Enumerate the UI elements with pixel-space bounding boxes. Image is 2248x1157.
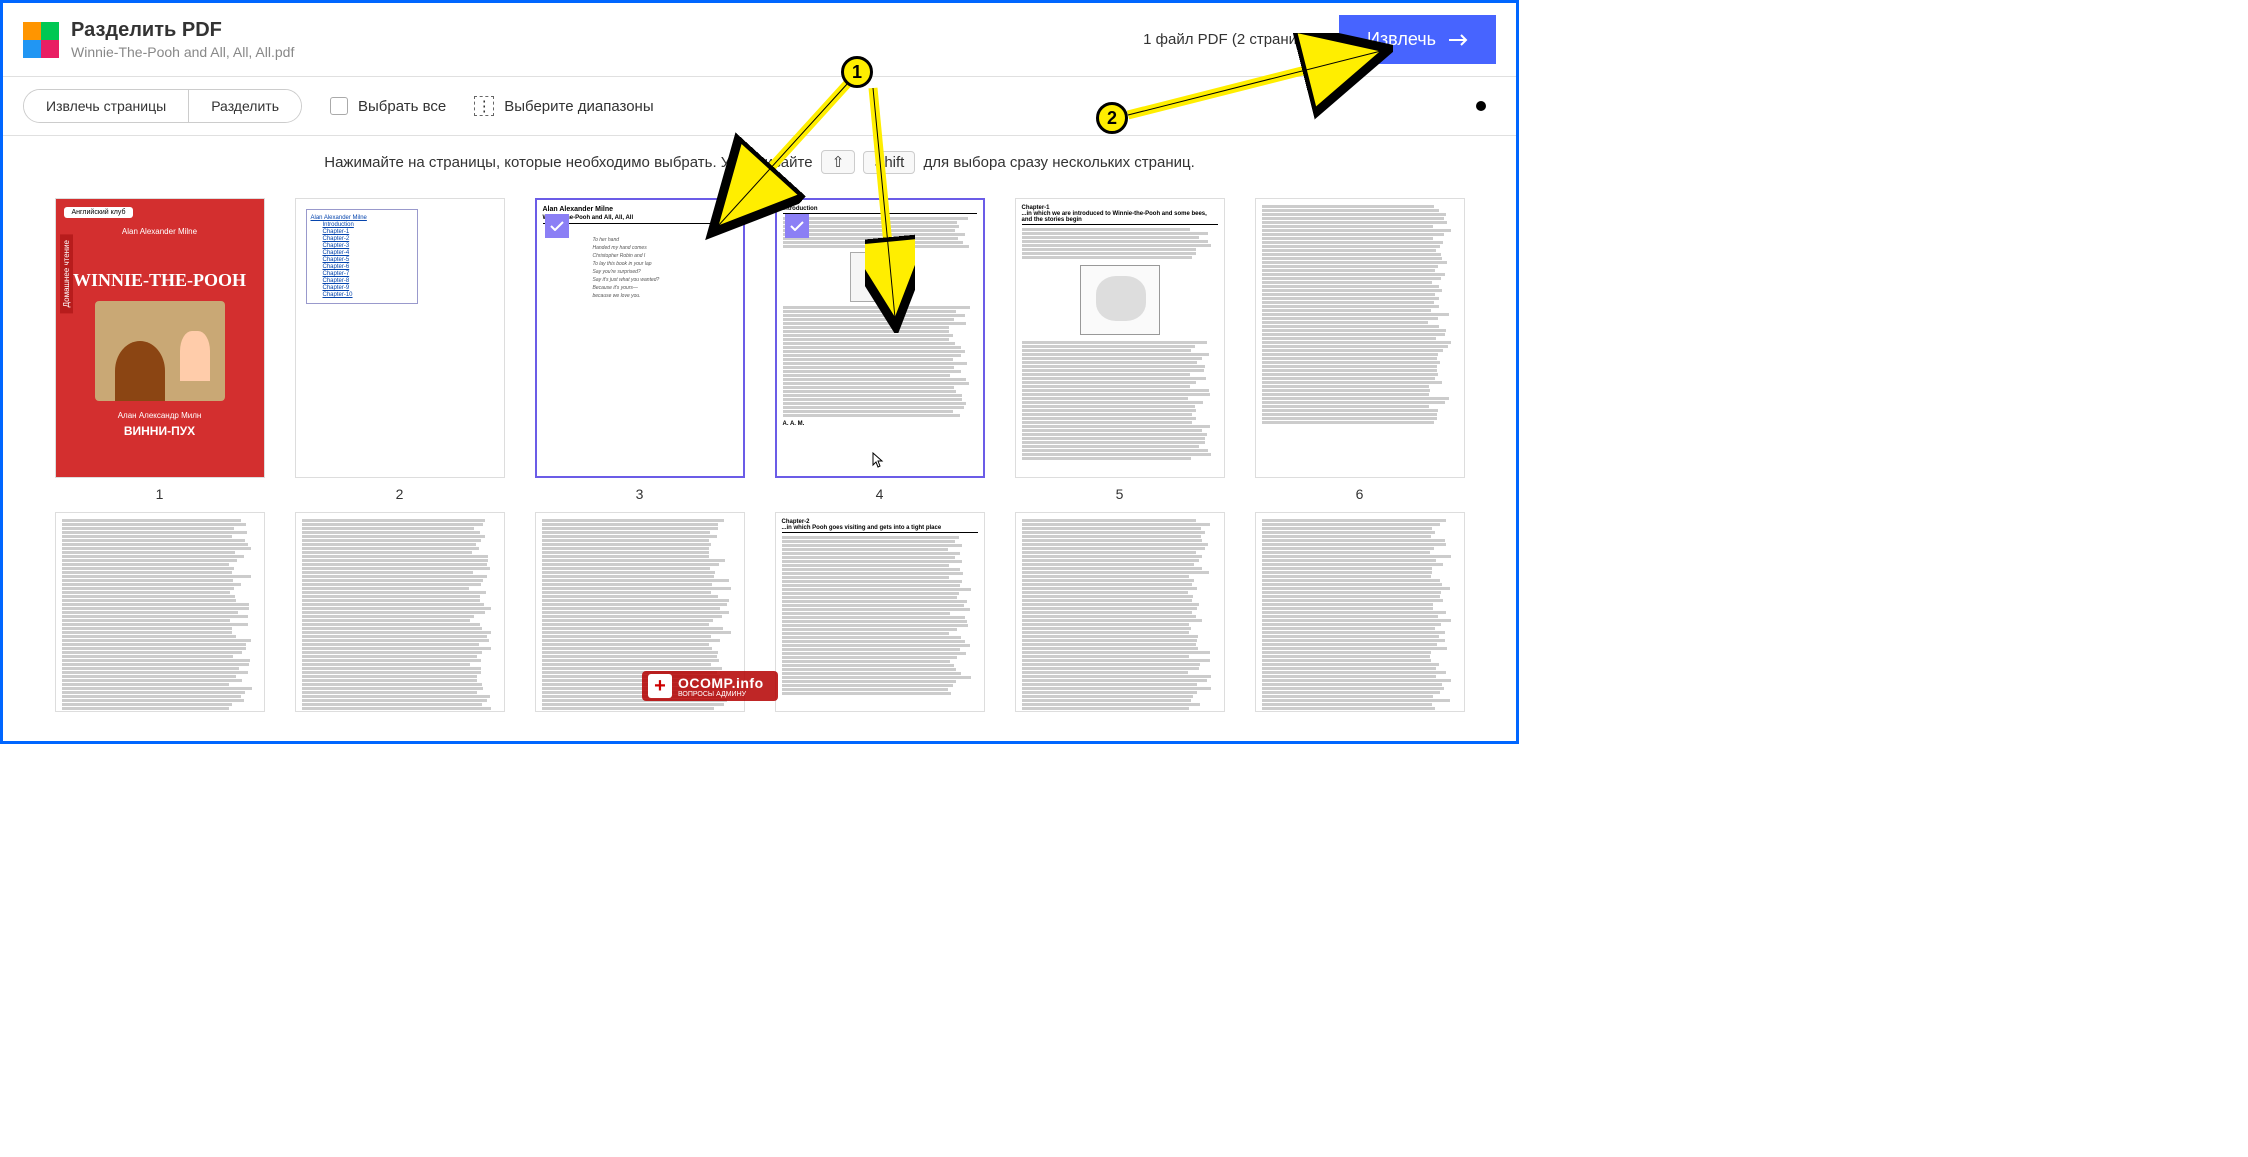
page-thumbnail[interactable]: Английский клуб Домашнее чтение Alan Ale… [55,198,265,478]
pages-row-1: Английский клуб Домашнее чтение Alan Ale… [53,198,1466,502]
page-thumbnail[interactable]: Alan Alexander MilneIntroductionChapter-… [295,198,505,478]
toolbar-indicator [1476,101,1486,111]
select-ranges-button[interactable]: ⋮ Выберите диапазоны [474,96,653,116]
page-number: 1 [156,486,164,502]
page-thumbnail[interactable] [1255,198,1465,478]
page-number: 3 [636,486,644,502]
page-number: 5 [1116,486,1124,502]
page-item [295,512,505,712]
page-thumbnail[interactable]: Chapter-1 ...in which we are introduced … [1015,198,1225,478]
range-icon: ⋮ [474,96,494,116]
pages-container: Английский клуб Домашнее чтение Alan Ale… [3,188,1516,672]
page-item: Alan Alexander Milne Winnie-the-Pooh and… [535,198,745,502]
page-item [55,512,265,712]
tab-extract-pages[interactable]: Извлечь страницы [24,90,189,122]
tab-group: Извлечь страницы Разделить [23,89,302,123]
annotation-arrow-1a [703,71,873,241]
annotation-arrow-2 [1123,33,1393,123]
arrow-right-icon [1448,33,1468,47]
annotation-badge-2: 2 [1096,102,1128,134]
page-thumbnail[interactable] [295,512,505,712]
app-title: Разделить PDF [71,19,1143,42]
page-thumbnail[interactable]: Chapter-2 ...in which Pooh goes visiting… [775,512,985,712]
plus-icon: + [648,674,672,698]
file-name: Winnie-The-Pooh and All, All, All.pdf [71,44,1143,60]
annotation-badge-1: 1 [841,56,873,88]
watermark: + OCOMP.info ВОПРОСЫ АДМИНУ [642,671,778,701]
page-number: 6 [1356,486,1364,502]
select-all-checkbox[interactable]: Выбрать все [330,97,446,115]
page-thumbnail[interactable] [1255,512,1465,712]
app-logo [23,22,59,58]
tab-split[interactable]: Разделить [189,90,301,122]
page-thumbnail[interactable] [55,512,265,712]
page-number: 4 [876,486,884,502]
page-item: Chapter-2 ...in which Pooh goes visiting… [775,512,985,712]
page-item: Alan Alexander MilneIntroductionChapter-… [295,198,505,502]
page-item: Chapter-1 ...in which we are introduced … [1015,198,1225,502]
annotation-arrow-1b [865,83,915,333]
check-icon [545,214,569,238]
page-item: Английский клуб Домашнее чтение Alan Ale… [55,198,265,502]
page-item: 6 [1255,198,1465,502]
cursor-icon [868,451,884,471]
checkbox-icon [330,97,348,115]
title-block: Разделить PDF Winnie-The-Pooh and All, A… [71,19,1143,60]
page-thumbnail[interactable] [1015,512,1225,712]
page-item [1015,512,1225,712]
page-item [1255,512,1465,712]
page-number: 2 [396,486,404,502]
